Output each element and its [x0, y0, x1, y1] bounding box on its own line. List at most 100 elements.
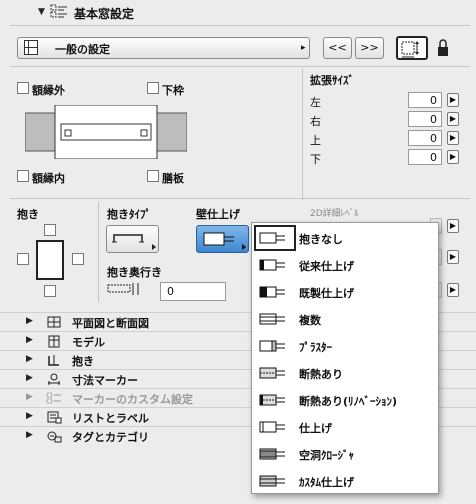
- extension-left-arrow-icon[interactable]: ▶: [447, 93, 459, 107]
- reveal-depth-icon: [107, 283, 139, 295]
- extension-right-arrow-icon[interactable]: ▶: [447, 112, 459, 126]
- resize-button[interactable]: [396, 36, 428, 60]
- window-settings-icon: [50, 4, 67, 18]
- menu-item-label: 断熱あり(ﾘﾉﾍﾞｰｼｮﾝ): [299, 395, 398, 408]
- tag-category-icon: [47, 431, 62, 443]
- reveal-window-diagram: [36, 240, 64, 280]
- cavity-closure-icon: [259, 448, 285, 460]
- frame-preview-diagram: [25, 105, 187, 159]
- prev-button[interactable]: <<: [323, 37, 352, 59]
- bottom-frame-checkbox[interactable]: [147, 82, 159, 94]
- insulated-renovation-icon: [259, 394, 285, 406]
- section-label: 抱き: [72, 355, 94, 368]
- bottom-frame-label: 下枠: [162, 84, 184, 97]
- extension-right-input[interactable]: 0: [408, 111, 442, 127]
- finish-icon: [259, 421, 285, 433]
- panel-title: 基本窓設定: [74, 7, 135, 21]
- extension-bottom-arrow-icon[interactable]: ▶: [447, 150, 459, 164]
- model-icon: [48, 335, 60, 348]
- reveal-title: 抱き: [17, 208, 39, 221]
- next-button[interactable]: >>: [355, 37, 384, 59]
- frame-inner-checkbox[interactable]: [17, 170, 29, 182]
- section-label: タグとカテゴリ: [72, 431, 149, 444]
- menu-item-label: 断熱あり: [299, 368, 343, 381]
- menu-item-label: 抱きなし: [299, 233, 343, 246]
- column-divider: [302, 68, 303, 200]
- menu-item-prefab-finish[interactable]: 既製仕上げ: [252, 279, 438, 305]
- reveal-top-checkbox[interactable]: [44, 224, 56, 236]
- extension-bottom-label: 下: [310, 153, 321, 166]
- insulated-icon: [259, 367, 285, 379]
- prefab-finish-icon: [259, 286, 285, 298]
- sill-label: 膳板: [162, 172, 184, 185]
- menu-item-traditional-finish[interactable]: 従来仕上げ: [252, 252, 438, 278]
- wall-finish-button[interactable]: [196, 225, 249, 253]
- menu-item-insulated-renovation[interactable]: 断熱あり(ﾘﾉﾍﾞｰｼｮﾝ): [252, 387, 438, 413]
- detail-level-arrow-3-icon[interactable]: ▶: [447, 283, 459, 297]
- wall-finish-menu: 抱きなし 従来仕上げ 既製仕上げ 複数 ﾌﾟﾗｽﾀｰ 断熱あり 断熱あり(ﾘﾉﾍ…: [251, 222, 439, 494]
- expand-triangle-icon[interactable]: ▶: [26, 392, 33, 402]
- dimension-marker-icon: [48, 373, 60, 385]
- traditional-finish-icon: [259, 259, 285, 271]
- menu-item-label: 従来仕上げ: [299, 260, 354, 273]
- reveal-bottom-checkbox[interactable]: [44, 285, 56, 297]
- detail-level-arrow-2-icon[interactable]: ▶: [447, 250, 459, 264]
- custom-finish-icon: [259, 475, 285, 487]
- lock-icon[interactable]: [436, 38, 450, 58]
- reveal-left-checkbox[interactable]: [17, 253, 29, 265]
- menu-item-plaster[interactable]: ﾌﾟﾗｽﾀｰ: [252, 333, 438, 359]
- menu-item-multiple[interactable]: 複数: [252, 306, 438, 332]
- resize-icon: [401, 41, 419, 58]
- sill-checkbox[interactable]: [147, 170, 159, 182]
- extension-title: 拡張ｻｲｽﾞ: [310, 74, 354, 87]
- collapse-triangle-icon[interactable]: ▼: [38, 7, 45, 17]
- menu-item-finish[interactable]: 仕上げ: [252, 414, 438, 440]
- menu-item-label: 空洞ｸﾛｰｼﾞｬ: [299, 449, 354, 462]
- settings-dropdown-label: 一般の設定: [55, 43, 110, 56]
- section-divider: [10, 66, 470, 67]
- frame-outer-label: 額縁外: [32, 84, 65, 97]
- multiple-icon: [259, 313, 285, 325]
- section-label: リストとラベル: [72, 412, 149, 425]
- expand-triangle-icon[interactable]: ▶: [26, 430, 33, 440]
- extension-bottom-input[interactable]: 0: [408, 149, 442, 165]
- wall-finish-icon: [203, 232, 246, 250]
- detail-level-arrow-1-icon[interactable]: ▶: [447, 219, 459, 233]
- extension-right-label: 右: [310, 115, 321, 128]
- menu-item-label: 複数: [299, 314, 321, 327]
- reveal-icon: [48, 355, 59, 366]
- custom-marker-icon: [46, 392, 61, 404]
- extension-top-label: 上: [310, 134, 321, 147]
- reveal-depth-input[interactable]: 0: [160, 282, 226, 301]
- plaster-icon: [259, 340, 285, 352]
- wall-finish-label: 壁仕上げ: [196, 208, 240, 221]
- extension-top-input[interactable]: 0: [408, 130, 442, 146]
- menu-item-cavity-closure[interactable]: 空洞ｸﾛｰｼﾞｬ: [252, 441, 438, 467]
- extension-left-label: 左: [310, 96, 321, 109]
- section-label: 平面図と断面図: [72, 317, 149, 330]
- menu-item-custom-finish[interactable]: ｶｽﾀﾑ仕上げ: [252, 468, 438, 494]
- section-label: モデル: [72, 336, 105, 349]
- list-label-icon: [47, 411, 62, 424]
- reveal-right-checkbox[interactable]: [72, 253, 84, 265]
- extension-top-arrow-icon[interactable]: ▶: [447, 131, 459, 145]
- reveal-column-divider: [98, 202, 99, 302]
- section-label: 寸法マーカー: [72, 374, 138, 387]
- expand-triangle-icon[interactable]: ▶: [26, 316, 33, 326]
- expand-triangle-icon[interactable]: ▶: [26, 354, 33, 364]
- frame-inner-label: 額縁内: [32, 172, 65, 185]
- menu-item-insulated[interactable]: 断熱あり: [252, 360, 438, 386]
- reveal-type-label: 抱きﾀｲﾌﾟ: [107, 208, 151, 221]
- reveal-type-button[interactable]: [106, 225, 159, 253]
- expand-triangle-icon[interactable]: ▶: [26, 373, 33, 383]
- frame-outer-checkbox[interactable]: [17, 82, 29, 94]
- header-divider: [10, 25, 470, 26]
- extension-left-input[interactable]: 0: [408, 92, 442, 108]
- reveal-type-icon: [112, 234, 156, 250]
- detail-level-label: 2D詳細ﾚﾍﾞﾙ: [310, 209, 359, 219]
- expand-triangle-icon[interactable]: ▶: [26, 335, 33, 345]
- reveal-depth-label: 抱き奥行き: [107, 266, 162, 279]
- expand-triangle-icon[interactable]: ▶: [26, 411, 33, 421]
- menu-item-no-reveal[interactable]: 抱きなし: [252, 225, 438, 251]
- menu-item-label: ｶｽﾀﾑ仕上げ: [299, 476, 354, 489]
